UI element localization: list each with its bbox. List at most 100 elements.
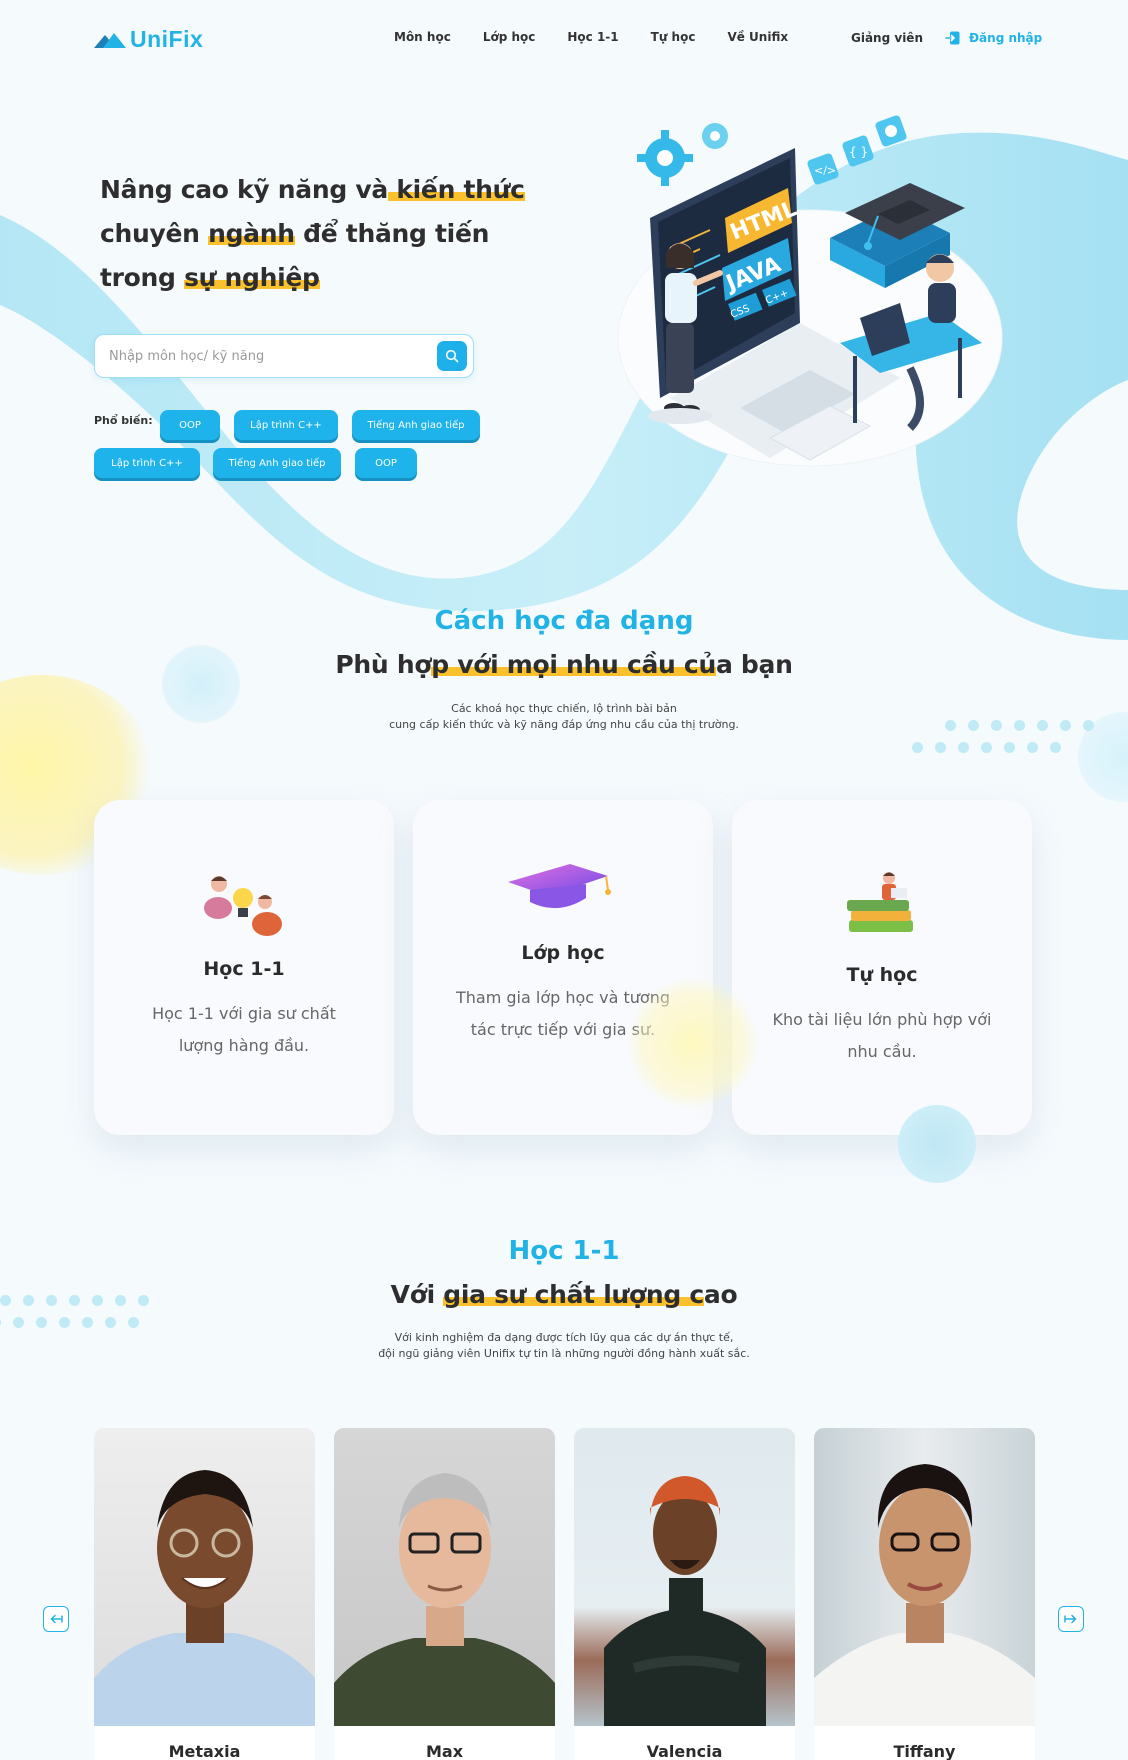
decor-dot <box>105 1317 116 1328</box>
section-desc-line: Với kinh nghiệm đa dạng được tích lũy qu… <box>394 1331 734 1344</box>
decor-dot <box>1004 742 1015 753</box>
method-card-desc: Kho tài liệu lớn phù hợp với nhu cầu. <box>772 1010 992 1061</box>
decor-dot <box>36 1317 47 1328</box>
nav-link-about[interactable]: Về Unifix <box>727 30 788 44</box>
hero-title-highlight: sự nghiệp <box>184 263 320 292</box>
tutor-portrait <box>814 1464 1035 1726</box>
search-input[interactable] <box>109 335 409 377</box>
hero-title-highlight: ngành <box>208 219 295 248</box>
tutor-photo <box>334 1428 555 1726</box>
hero-title-text: chuyên <box>100 219 209 248</box>
nav-link-self-study[interactable]: Tự học <box>651 30 696 44</box>
section-desc-line: Các khoá học thực chiến, lộ trình bài bả… <box>451 702 677 715</box>
decor-dot <box>1027 742 1038 753</box>
tutor-name: Max <box>425 1742 464 1760</box>
logo-mountain-icon <box>94 33 126 48</box>
popular-tag[interactable]: OOP <box>160 410 220 440</box>
section-title-text: ao <box>703 1280 738 1309</box>
nav-link-subjects[interactable]: Môn học <box>394 30 451 44</box>
tutor-photo <box>814 1428 1035 1726</box>
search-icon <box>445 349 459 363</box>
decor-dot <box>935 742 946 753</box>
method-card-desc: Học 1-1 với gia sư chất lượng hàng đầu. <box>152 1004 336 1055</box>
decor-dot <box>1050 742 1061 753</box>
decor-dot <box>0 1317 1 1328</box>
logo[interactable]: UniFix <box>94 24 203 54</box>
decor-dot <box>958 742 969 753</box>
tutor-portrait <box>334 1473 555 1726</box>
decor-dot <box>82 1317 93 1328</box>
tutor-portrait <box>94 1470 315 1726</box>
tutor-photo <box>94 1428 315 1726</box>
section-title-text: Phù hợ <box>335 650 432 679</box>
logo-text: UniFix <box>130 25 204 52</box>
hero-title-text: để thăng tiến <box>294 219 490 248</box>
section-title-highlight: gia sư chất lượng c <box>443 1280 704 1309</box>
tutor-portrait <box>604 1476 766 1726</box>
search-button[interactable] <box>437 341 467 371</box>
section-desc-tutors: Với kinh nghiệm đa dạng được tích lũy qu… <box>0 1330 1128 1362</box>
section-title-text: Với <box>390 1280 444 1309</box>
hero-title: Nâng cao kỹ năng và kiến thức chuyên ngà… <box>100 168 540 300</box>
section-title-tutors: Với gia sư chất lượng cao <box>0 1280 1128 1309</box>
login-icon <box>945 31 960 45</box>
tutor-card[interactable]: Metaxia <box>94 1428 315 1760</box>
method-card-title: Lớp học <box>521 942 605 964</box>
tutor-name: Tiffany <box>893 1742 956 1760</box>
section-desc-methods: Các khoá học thực chiến, lộ trình bài bả… <box>0 701 1128 733</box>
gear-icon <box>637 123 728 186</box>
decor-dot <box>128 1317 139 1328</box>
hero-title-text: Nâng cao kỹ năng và <box>100 175 388 204</box>
tutor-card[interactable]: Max <box>334 1428 555 1760</box>
hero-title-highlight: kiến thức <box>387 175 525 204</box>
nav-link-teachers[interactable]: Giảng viên <box>851 31 923 45</box>
tutor-name: Valencia <box>646 1742 723 1760</box>
popular-tag[interactable]: OOP <box>355 448 417 478</box>
decor-blue-circle-mid <box>898 1105 976 1183</box>
tutor-card[interactable]: Valencia <box>574 1428 795 1760</box>
section-kicker-tutors: Học 1-1 <box>508 1236 620 1266</box>
popular-tag[interactable]: Tiếng Anh giao tiếp <box>352 410 480 440</box>
graduation-cap-icon <box>508 864 611 909</box>
popular-tag[interactable]: Lập trình C++ <box>94 448 200 478</box>
tutor-card[interactable]: Tiffany <box>814 1428 1035 1760</box>
login-label: Đăng nhập <box>969 31 1043 45</box>
decor-yellow-circle <box>628 978 758 1108</box>
arrow-right-icon <box>1064 1614 1077 1624</box>
tutor-name: Metaxia <box>168 1742 241 1760</box>
decor-dot <box>912 742 923 753</box>
login-button[interactable]: Đăng nhập <box>945 30 1042 46</box>
search-box <box>94 334 474 378</box>
section-title-methods: Phù hợp với mọi nhu cầu của bạn <box>0 650 1128 679</box>
hero-illustration: HTML JAVA CSS C++ </> { } <box>617 115 1003 467</box>
method-card-self-study[interactable]: Tự học Kho tài liệu lớn phù hợp với nhu … <box>732 800 1032 1135</box>
popular-tag[interactable]: Tiếng Anh giao tiếp <box>213 448 341 478</box>
decor-dot <box>981 742 992 753</box>
arrow-left-icon <box>50 1614 63 1624</box>
method-card-title: Tự học <box>846 964 918 986</box>
popular-label: Phổ biến: <box>94 414 153 427</box>
section-kicker-methods: Cách học đa dạng <box>434 606 694 636</box>
reading-on-books-icon <box>847 872 913 932</box>
method-card-title: Học 1-1 <box>203 958 285 980</box>
svg-text:</>: </> <box>814 164 836 177</box>
method-card-one-on-one[interactable]: Học 1-1 Học 1-1 với gia sư chất lượng hà… <box>94 800 394 1135</box>
nav-link-one-on-one[interactable]: Học 1-1 <box>567 30 618 44</box>
page: UniFix Môn học Lớp học Học 1-1 Tự học Về… <box>0 0 1128 1760</box>
top-nav: UniFix Môn học Lớp học Học 1-1 Tự học Về… <box>0 0 1128 80</box>
nav-link-classes[interactable]: Lớp học <box>483 30 536 44</box>
nav-right: Giảng viên Đăng nhập <box>851 30 1042 46</box>
decor-dot <box>13 1317 24 1328</box>
section-title-text: a bạn <box>715 650 793 679</box>
people-lightbulb-icon <box>204 876 282 936</box>
nav-links: Môn học Lớp học Học 1-1 Tự học Về Unifix <box>394 30 820 44</box>
decor-dot <box>59 1317 70 1328</box>
hero-title-text: trong <box>100 263 185 292</box>
prev-tutor-button[interactable] <box>43 1606 69 1632</box>
svg-text:{ }: { } <box>849 145 868 159</box>
next-tutor-button[interactable] <box>1058 1606 1084 1632</box>
section-title-highlight: p với mọi nhu cầu củ <box>431 650 716 679</box>
tutor-photo <box>574 1428 795 1726</box>
popular-tag[interactable]: Lập trình C++ <box>234 410 338 440</box>
section-desc-line: đội ngũ giảng viên Unifix tự tin là nhữn… <box>378 1347 750 1360</box>
